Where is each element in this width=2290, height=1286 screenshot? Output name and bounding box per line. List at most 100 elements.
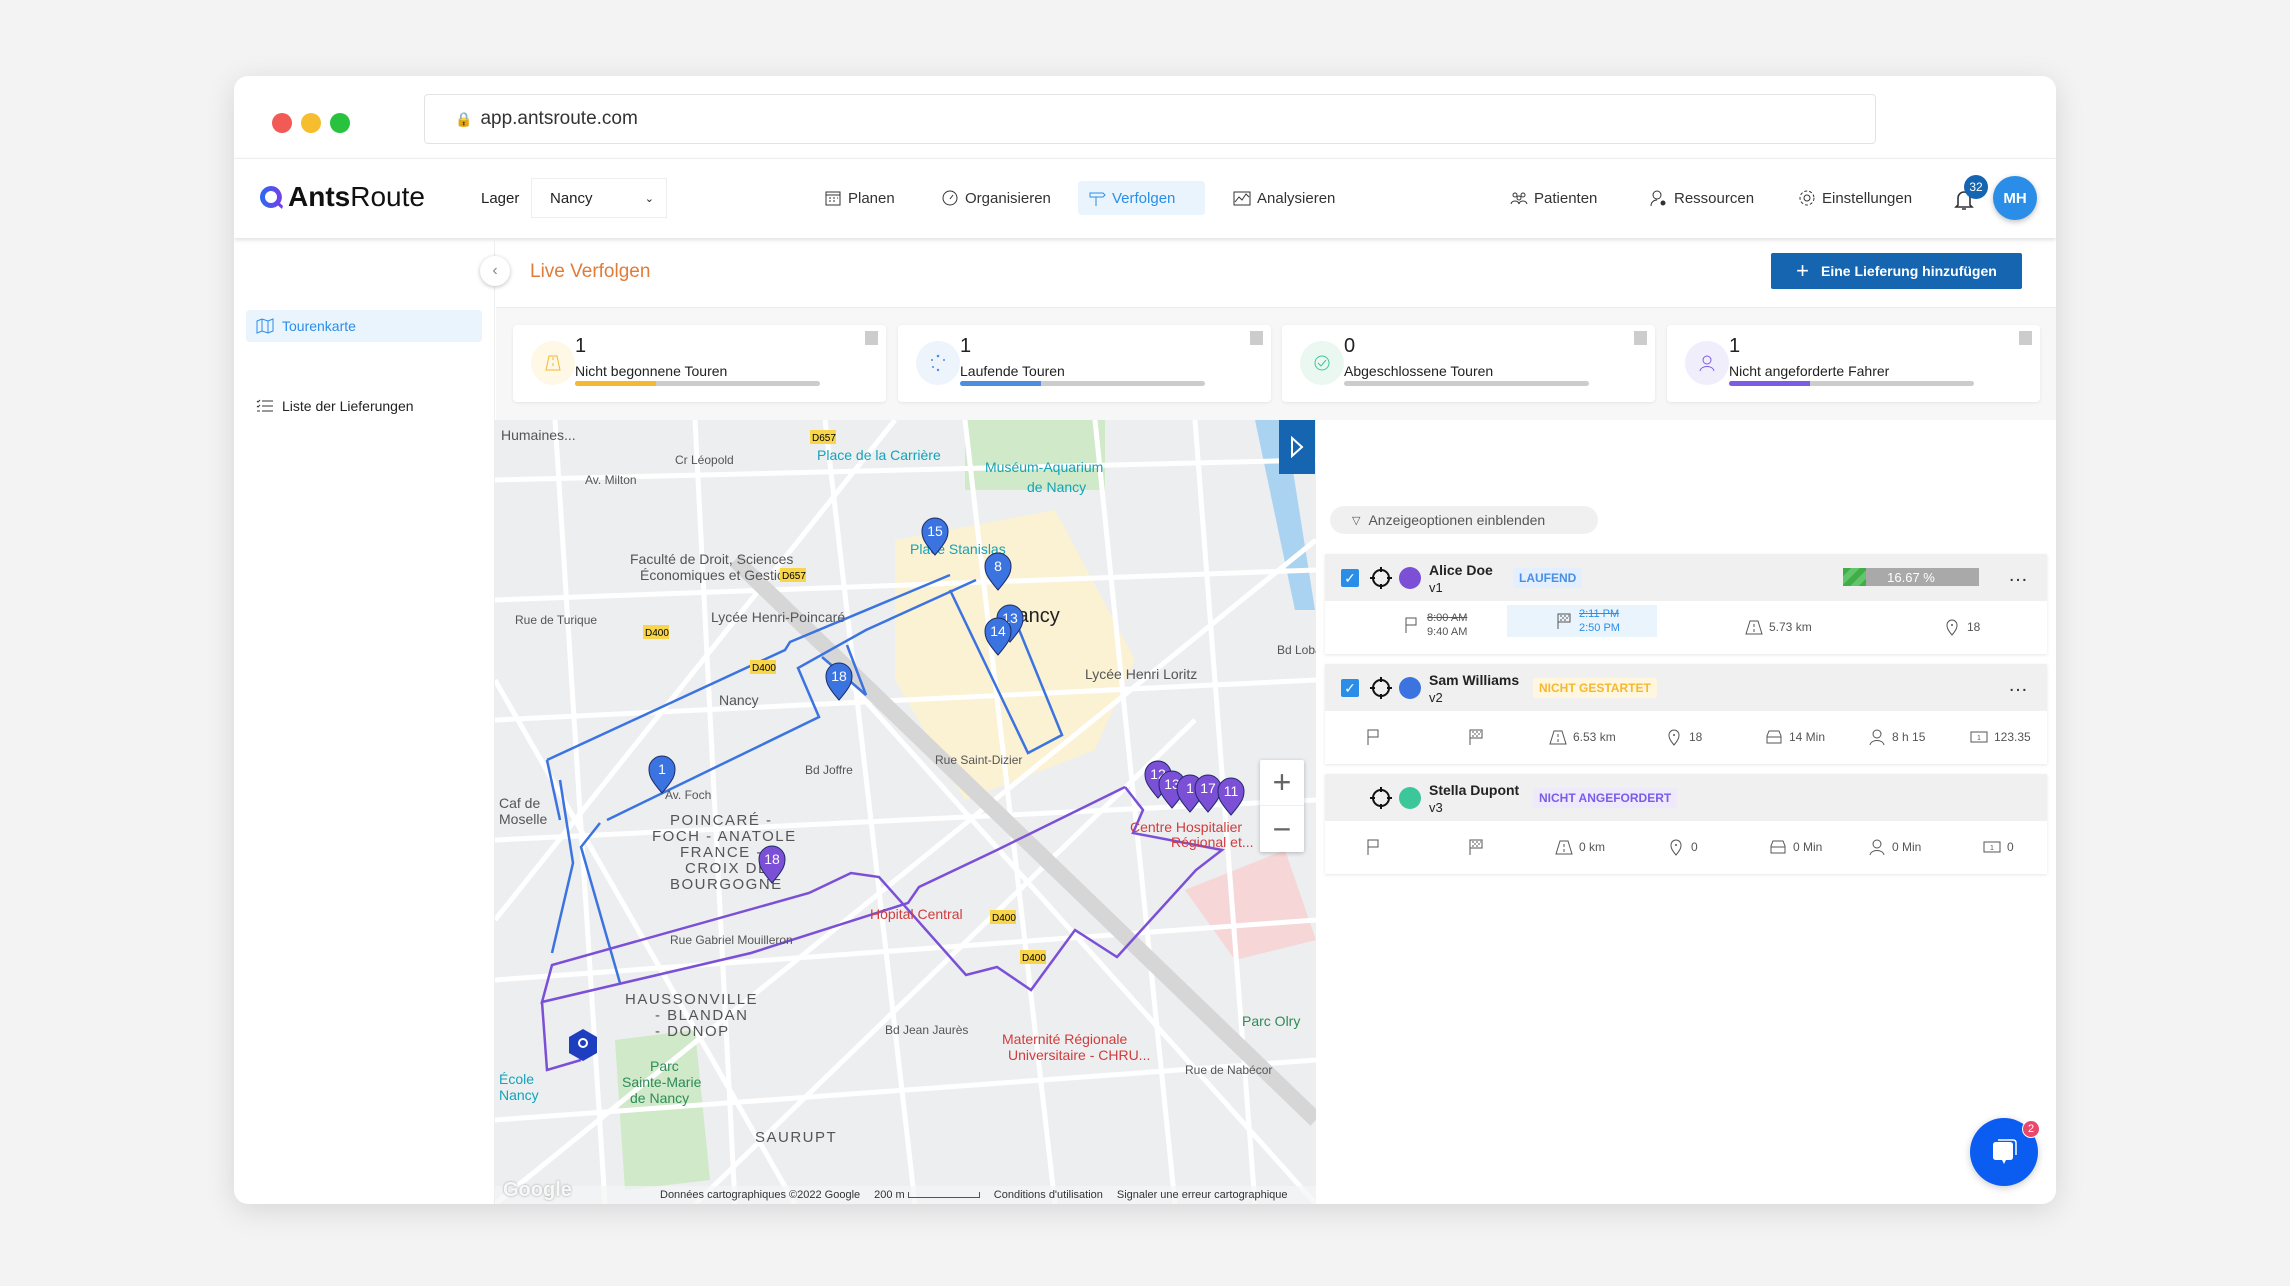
user-gear-icon	[1650, 190, 1666, 207]
chat-badge: 2	[2022, 1120, 2040, 1138]
stat-progress-bar	[1344, 381, 1589, 386]
close-window-button[interactable]	[272, 113, 292, 133]
map-place-label: Nancy	[499, 1087, 539, 1103]
location-pin-icon	[1946, 619, 1958, 636]
chevron-down-icon: ⌄	[644, 192, 654, 205]
sidebar-item-lieferungen[interactable]: Liste der Lieferungen	[246, 390, 482, 422]
check-circle-icon	[1300, 341, 1344, 385]
map-place-label: Muséum-Aquarium	[985, 459, 1103, 475]
map-place-label: École	[499, 1071, 534, 1087]
more-options-button[interactable]: …	[2008, 564, 2029, 587]
address-bar[interactable]: 🔒 app.antsroute.com	[424, 94, 1876, 144]
nav-einstellungen[interactable]: Einstellungen	[1788, 181, 1922, 215]
stat-card[interactable]: 0 Abgeschlossene Touren	[1282, 325, 1655, 402]
browser-window: 🔒 app.antsroute.com Ants Route Lager Nancy…	[234, 76, 2056, 1204]
map-canvas[interactable]: Humaines... Place de la Carrière Muséum-Aq…	[495, 420, 1316, 1204]
terms-link[interactable]: Conditions d'utilisation	[994, 1189, 1103, 1201]
svg-text:18: 18	[764, 851, 780, 867]
map-place-label: Sainte-Marie	[622, 1074, 702, 1090]
person-icon	[1869, 839, 1885, 856]
street	[1192, 420, 1258, 1204]
logo[interactable]: Ants Route	[258, 181, 425, 213]
stat-toggle[interactable]	[1250, 331, 1263, 345]
map-place-label: Bd Joffre	[805, 763, 853, 777]
notification-count: 32	[1964, 175, 1988, 199]
nav-verfolgen[interactable]: Verfolgen	[1078, 181, 1205, 215]
chat-button[interactable]: 2	[1970, 1118, 2040, 1186]
google-logo: Google	[503, 1179, 572, 1201]
sidebar: Tourenkarte Liste der Lieferungen	[234, 238, 495, 1204]
crosshair-icon[interactable]	[1369, 786, 1393, 810]
road-icon	[531, 341, 575, 385]
map-place-label: Économiques et Gestion	[640, 567, 793, 583]
chevron-left-icon: ‹	[492, 262, 498, 279]
start-flag-icon	[1405, 617, 1417, 633]
tour-map[interactable]: Humaines... Place de la Carrière Muséum-Aq…	[495, 420, 1316, 1204]
nav-planen[interactable]: Planen	[814, 181, 905, 215]
svg-text:1: 1	[1186, 780, 1194, 796]
map-place-label: Centre Hospitalier	[1130, 819, 1242, 835]
display-options-button[interactable]: ▽ Anzeigeoptionen einblenden	[1330, 506, 1598, 534]
road-icon	[1549, 730, 1567, 745]
sidebar-item-tourenkarte[interactable]: Tourenkarte	[246, 310, 482, 342]
map-place-label: Bd Lobau	[1277, 643, 1316, 657]
street	[822, 420, 918, 1204]
road-icon	[1745, 620, 1763, 635]
finish-flag-icon	[1469, 839, 1483, 855]
tour-card[interactable]: Stella Dupont v3 NICHT ANGEFORDERT 0 km 0…	[1325, 774, 2047, 874]
svg-text:11: 11	[1224, 783, 1239, 799]
purple-stop-marker: 11	[1217, 777, 1245, 816]
tour-card[interactable]: ✓ Alice Doe v1 LAUFEND 16.67 %… 8:00 AM 9:40…	[1325, 554, 2047, 654]
svg-text:1: 1	[1977, 735, 1981, 742]
add-delivery-button[interactable]: + Eine Lieferung hinzufügen	[1771, 253, 2022, 289]
stat-card[interactable]: 1 Laufende Touren	[898, 325, 1271, 402]
map-place-label: - BLANDAN	[655, 1007, 749, 1024]
notifications-button[interactable]: 32	[1954, 175, 1988, 213]
zoom-out-button[interactable]: −	[1260, 806, 1304, 852]
map-place-label: Faculté de Droit, Sciences	[630, 551, 793, 567]
lager-select[interactable]: Nancy ⌄	[531, 178, 667, 218]
more-options-button[interactable]: …	[2008, 674, 2029, 697]
svg-text:D657: D657	[782, 571, 806, 582]
nav-organisieren[interactable]: Organisieren	[931, 181, 1061, 215]
report-link[interactable]: Signaler une erreur cartographique	[1117, 1189, 1288, 1201]
map-place-label: BOURGOGNE	[670, 876, 783, 893]
minimize-window-button[interactable]	[301, 113, 321, 133]
tour-checkbox[interactable]: ✓	[1341, 569, 1359, 587]
group-icon	[1510, 192, 1528, 205]
crosshair-icon[interactable]	[1369, 566, 1393, 590]
stat-card[interactable]: 1 Nicht begonnene Touren	[513, 325, 886, 402]
signpost-icon	[1089, 192, 1106, 206]
zoom-in-button[interactable]: +	[1260, 760, 1304, 806]
expand-panel-button[interactable]	[1279, 420, 1315, 474]
svg-text:D400: D400	[645, 628, 669, 639]
cost-icon: 1	[1983, 841, 2001, 853]
nav-ressourcen[interactable]: Ressourcen	[1640, 181, 1764, 215]
calendar-icon	[825, 191, 841, 206]
svg-text:1: 1	[1990, 845, 1994, 852]
nav-analysieren[interactable]: Analysieren	[1223, 181, 1345, 215]
map-place-label: Rue Gabriel Mouilleron	[670, 933, 793, 947]
maximize-window-button[interactable]	[330, 113, 350, 133]
avatar[interactable]: MH	[1993, 176, 2037, 220]
svg-text:D400: D400	[1022, 953, 1046, 964]
map-place-label: Lycée Henri Loritz	[1085, 666, 1197, 682]
map-place-label: Parc Olry	[1242, 1013, 1300, 1029]
start-flag-icon	[1367, 729, 1379, 745]
tour-card[interactable]: ✓ Sam Williams v2 NICHT GESTARTET… 6.53 k…	[1325, 664, 2047, 764]
lager-label: Lager	[481, 190, 520, 207]
road-number-badge: D657	[810, 430, 836, 444]
tour-color-dot	[1399, 677, 1421, 699]
svg-text:D400: D400	[752, 663, 776, 674]
tour-checkbox[interactable]: ✓	[1341, 679, 1359, 697]
crosshair-icon[interactable]	[1369, 676, 1393, 700]
play-triangle-icon	[1291, 436, 1304, 458]
map-place-label: Nancy	[719, 692, 759, 708]
stat-card[interactable]: 1 Nicht angeforderte Fahrer	[1667, 325, 2040, 402]
stat-toggle[interactable]	[2019, 331, 2032, 345]
nav-patienten[interactable]: Patienten	[1500, 181, 1607, 215]
stat-toggle[interactable]	[1634, 331, 1647, 345]
map-place-label: Régional et...	[1171, 834, 1254, 850]
collapse-sidebar-button[interactable]: ‹	[480, 256, 510, 286]
stat-toggle[interactable]	[865, 331, 878, 345]
